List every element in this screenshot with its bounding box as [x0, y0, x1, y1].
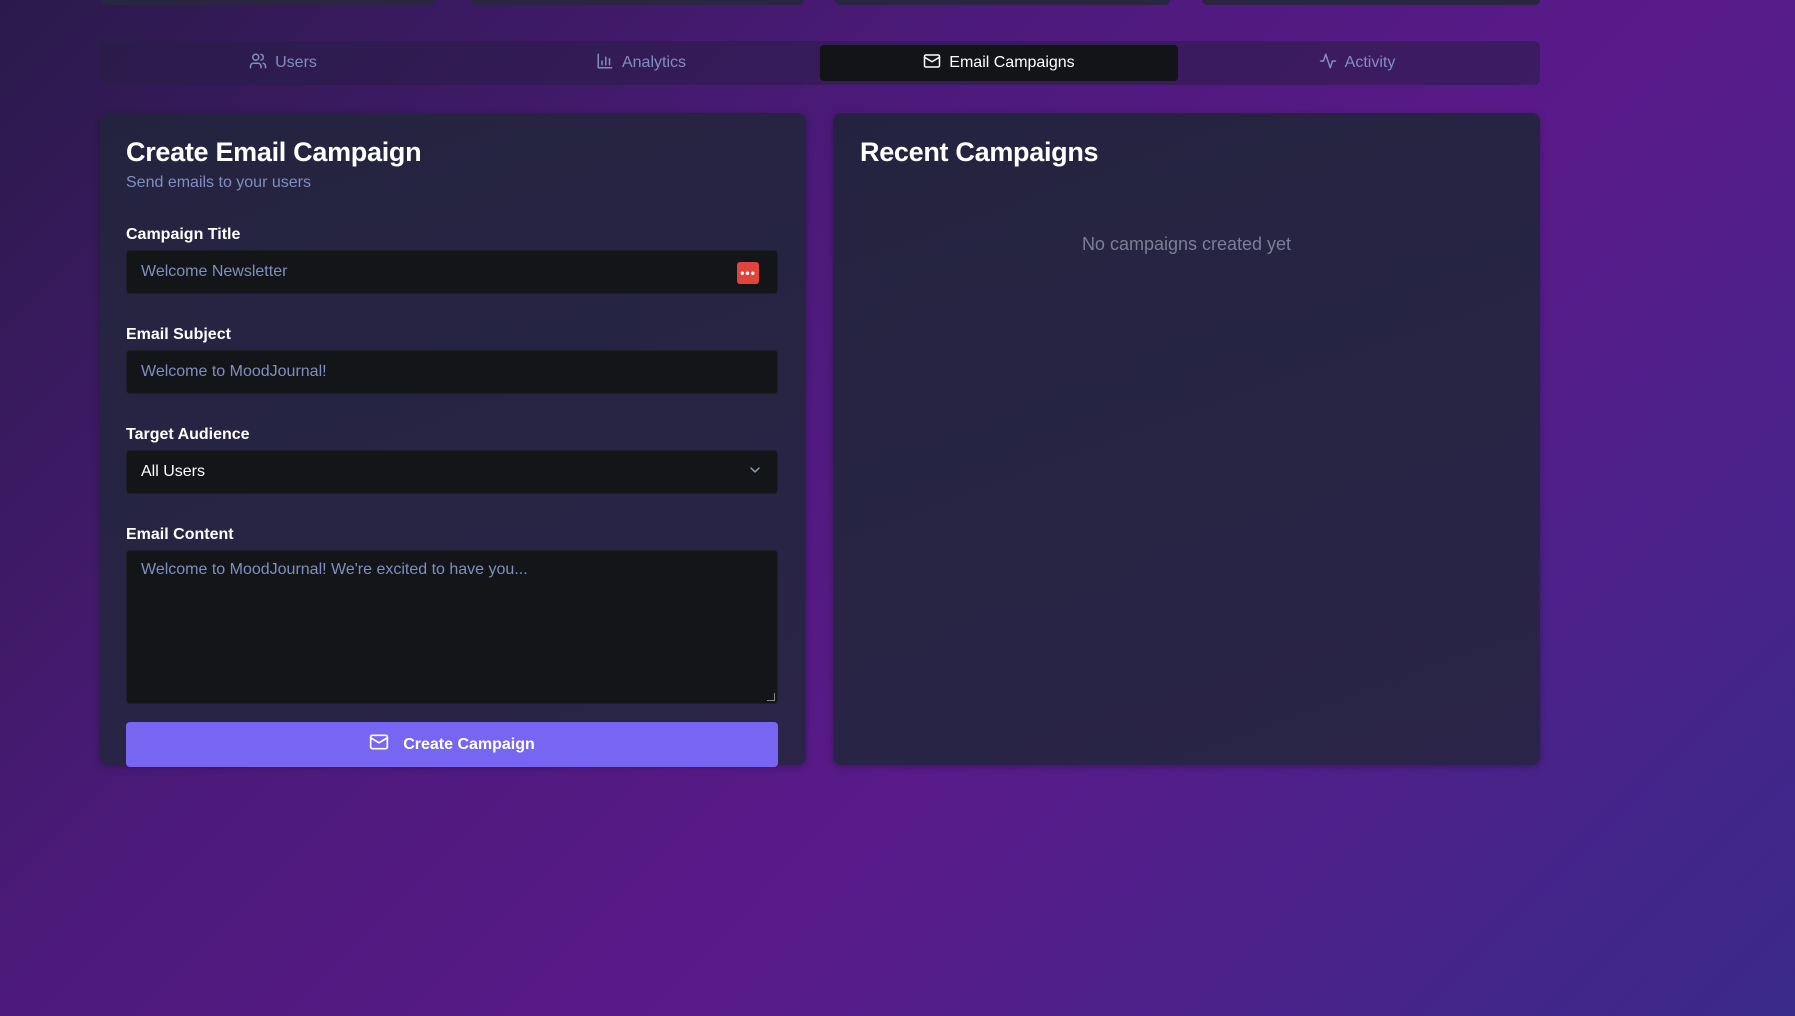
- stat-card-edge: [470, 0, 804, 5]
- recent-campaigns-title: Recent Campaigns: [860, 137, 1099, 167]
- tab-activity[interactable]: Activity: [1178, 45, 1536, 81]
- email-content-placeholder: Welcome to MoodJournal! We're excited to…: [141, 561, 528, 578]
- tab-analytics[interactable]: Analytics: [462, 45, 820, 81]
- mail-icon: [369, 732, 389, 757]
- chevron-down-icon: [747, 462, 763, 483]
- email-subject-placeholder: Welcome to MoodJournal!: [141, 363, 327, 380]
- password-manager-icon[interactable]: •••: [737, 262, 759, 284]
- bar-chart-icon: [596, 52, 614, 75]
- email-subject-field: Email Subject Welcome to MoodJournal!: [126, 326, 780, 394]
- target-audience-value: All Users: [141, 463, 206, 480]
- create-campaign-card: Create Email Campaign Send emails to you…: [100, 113, 806, 767]
- email-content-field: Email Content Welcome to MoodJournal! We…: [126, 526, 780, 704]
- campaign-title-placeholder: Welcome Newsletter: [141, 263, 288, 280]
- email-content-label: Email Content: [126, 526, 234, 543]
- campaign-title-label: Campaign Title: [126, 226, 241, 243]
- tab-label: Users: [275, 54, 317, 71]
- email-content-textarea[interactable]: Welcome to MoodJournal! We're excited to…: [126, 550, 778, 704]
- email-subject-label: Email Subject: [126, 326, 231, 343]
- mail-icon: [923, 52, 941, 75]
- tab-label: Activity: [1344, 54, 1396, 71]
- recent-campaigns-card: Recent Campaigns No campaigns created ye…: [833, 113, 1540, 765]
- target-audience-label: Target Audience: [126, 426, 250, 443]
- stat-card-edge: [100, 0, 435, 5]
- create-campaign-button-label: Create Campaign: [403, 735, 535, 753]
- tab-label: Analytics: [621, 54, 687, 71]
- create-campaign-subtitle: Send emails to your users: [126, 174, 311, 191]
- stat-card-edge: [1202, 0, 1540, 5]
- target-audience-field: Target Audience All Users: [126, 426, 780, 494]
- create-campaign-title: Create Email Campaign: [126, 137, 422, 167]
- campaign-title-input[interactable]: Welcome Newsletter •••: [126, 250, 778, 294]
- create-campaign-button[interactable]: Create Campaign: [126, 722, 778, 767]
- campaign-title-field: Campaign Title Welcome Newsletter •••: [126, 226, 780, 294]
- tab-email-campaigns[interactable]: Email Campaigns: [820, 45, 1178, 81]
- tab-users[interactable]: Users: [104, 45, 462, 81]
- empty-state-text: No campaigns created yet: [1081, 234, 1292, 254]
- resize-handle[interactable]: [767, 693, 775, 701]
- target-audience-select[interactable]: All Users: [126, 450, 778, 494]
- tab-label: Email Campaigns: [949, 54, 1075, 71]
- tab-bar: Users Analytics Email Campaigns Activity: [100, 41, 1540, 85]
- email-subject-input[interactable]: Welcome to MoodJournal!: [126, 350, 778, 394]
- users-icon: [249, 52, 267, 75]
- stat-card-edge: [835, 0, 1170, 5]
- activity-icon: [1319, 52, 1337, 75]
